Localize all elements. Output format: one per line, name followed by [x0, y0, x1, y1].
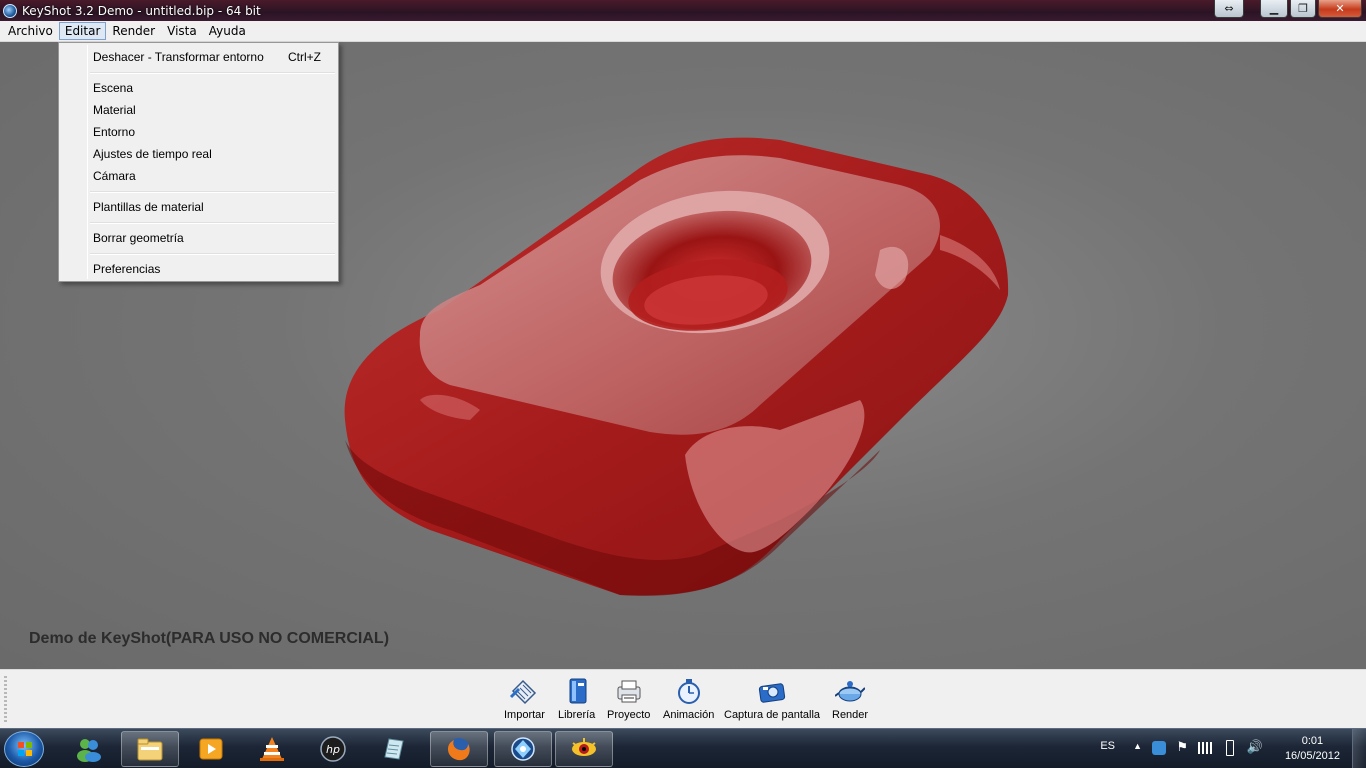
import-label: Importar [504, 709, 545, 721]
demo-watermark: Demo de KeyShot(PARA USO NO COMERCIAL) [29, 630, 390, 647]
library-button[interactable]: Librería [558, 676, 595, 721]
close-icon: ✕ [1335, 2, 1345, 15]
swap-button[interactable]: ⇔ [1214, 0, 1244, 18]
menu-item-entorno[interactable]: Entorno [62, 121, 335, 143]
taskbar-hp[interactable]: hp [304, 731, 362, 767]
bottom-toolbar: Importar Librería Proyecto Animación Cap… [0, 669, 1366, 728]
flag-icon[interactable]: ⚑ [1176, 739, 1188, 755]
menu-vista[interactable]: Vista [161, 22, 203, 40]
animation-icon [672, 676, 706, 706]
maximize-button[interactable]: ❐ [1290, 0, 1316, 18]
keyshot-icon [3, 3, 17, 18]
notes-icon [384, 738, 404, 760]
minimize-button[interactable]: ▁ [1260, 0, 1288, 18]
undo-shortcut: Ctrl+Z [288, 50, 321, 64]
vlc-icon [260, 737, 284, 761]
menu-item-undo[interactable]: Deshacer - Transformar entorno Ctrl+Z [62, 46, 335, 68]
menu-editar[interactable]: Editar [58, 22, 107, 40]
menu-separator [90, 222, 335, 224]
toolbar-grip[interactable] [4, 676, 7, 722]
title-bar: KeyShot 3.2 Demo - untitled.bip - 64 bit… [0, 0, 1366, 21]
battery-icon[interactable] [1226, 740, 1234, 756]
svg-text:hp: hp [326, 743, 340, 756]
taskbar-explorer[interactable] [121, 731, 179, 767]
screenshot-button[interactable]: Captura de pantalla [724, 676, 820, 721]
render-label: Render [832, 709, 869, 721]
hp-icon: hp [320, 736, 346, 762]
animation-button[interactable]: Animación [663, 676, 714, 721]
clock-time: 0:01 [1301, 735, 1324, 747]
project-label: Proyecto [607, 709, 651, 721]
clock[interactable]: 0:01 16/05/2012 [1285, 734, 1340, 764]
keyshot-icon [511, 737, 535, 761]
menu-item-preferences[interactable]: Preferencias [62, 258, 335, 280]
swap-icon: ⇔ [1224, 2, 1234, 15]
project-button[interactable]: Proyecto [607, 676, 650, 721]
menu-ayuda[interactable]: Ayuda [203, 22, 252, 40]
show-desktop-button[interactable] [1352, 729, 1366, 768]
messenger-icon [77, 739, 101, 762]
project-icon [612, 676, 646, 706]
render-icon [833, 676, 867, 706]
screenshot-label: Captura de pantalla [724, 709, 821, 721]
signal-icon[interactable] [1198, 742, 1212, 754]
taskbar-messenger[interactable] [60, 731, 118, 767]
menu-item-realtime-settings[interactable]: Ajustes de tiempo real [62, 143, 335, 165]
start-orb-icon [18, 742, 32, 756]
menu-item-material-templates[interactable]: Plantillas de material [62, 196, 335, 218]
clock-date: 16/05/2012 [1284, 750, 1340, 762]
taskbar-media-player[interactable] [182, 731, 240, 767]
taskbar-keyshot[interactable] [494, 731, 552, 767]
menu-bar: Archivo Editar Render Vista Ayuda [0, 21, 1366, 42]
window-controls: ⇔ ▁ ❐ ✕ [1214, 0, 1362, 18]
menu-render[interactable]: Render [106, 22, 161, 40]
menu-archivo[interactable]: Archivo [2, 22, 59, 40]
menu-item-camara[interactable]: Cámara [62, 165, 335, 187]
firefox-icon [448, 738, 470, 761]
maximize-icon: ❐ [1298, 2, 1308, 15]
eye-app-icon [572, 738, 596, 756]
menu-item-escena[interactable]: Escena [62, 77, 335, 99]
close-button[interactable]: ✕ [1318, 0, 1362, 18]
window-title: KeyShot 3.2 Demo - untitled.bip - 64 bit [22, 3, 261, 18]
taskbar-firefox[interactable] [430, 731, 488, 767]
animation-label: Animación [663, 709, 715, 721]
taskbar: hp ES ▲ ⚑ 🔊 0:01 16/05/2012 [0, 728, 1366, 768]
start-button[interactable] [4, 731, 44, 767]
menu-separator [90, 253, 335, 255]
explorer-icon [137, 738, 163, 761]
minimize-icon: ▁ [1269, 2, 1279, 15]
menu-item-material[interactable]: Material [62, 99, 335, 121]
render-button[interactable]: Render [832, 676, 868, 721]
import-button[interactable]: Importar [504, 676, 545, 721]
network-tray-icon[interactable] [1152, 741, 1166, 755]
undo-label: Deshacer - Transformar entorno [93, 50, 264, 64]
menu-separator [90, 72, 335, 74]
library-icon [560, 676, 594, 706]
taskbar-vlc[interactable] [243, 731, 301, 767]
language-indicator[interactable]: ES [1100, 740, 1115, 752]
menu-separator [90, 191, 335, 193]
taskbar-notes[interactable] [365, 731, 423, 767]
volume-icon[interactable]: 🔊 [1247, 739, 1263, 755]
edit-dropdown-menu: Deshacer - Transformar entorno Ctrl+Z Es… [58, 42, 339, 282]
taskbar-eye-app[interactable] [555, 731, 613, 767]
import-icon [507, 676, 541, 706]
library-label: Librería [558, 709, 596, 721]
media-player-icon [199, 738, 223, 760]
screenshot-icon [724, 676, 820, 706]
menu-item-delete-geometry[interactable]: Borrar geometría [62, 227, 335, 249]
show-hidden-icons[interactable]: ▲ [1133, 741, 1142, 751]
